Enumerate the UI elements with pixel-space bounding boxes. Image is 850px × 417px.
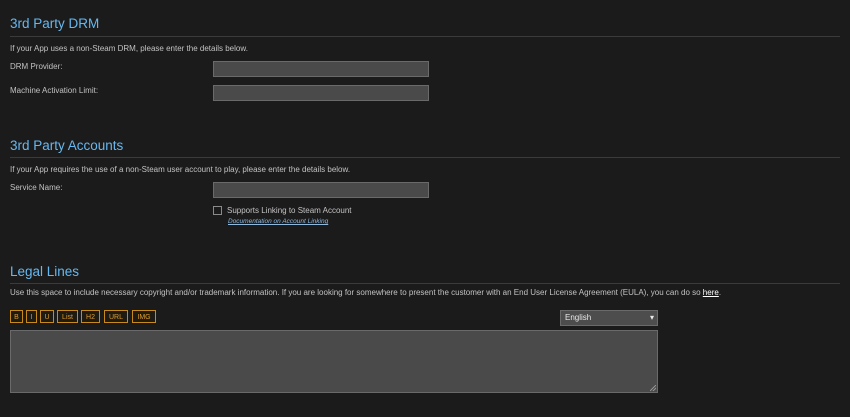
list-button[interactable]: List [57,310,78,323]
activation-limit-input[interactable] [213,85,429,101]
linking-checkbox[interactable] [213,206,222,215]
img-button[interactable]: IMG [132,310,156,323]
legal-lines-textarea[interactable] [10,330,658,393]
accounts-description: If your App requires the use of a non-St… [10,165,351,174]
italic-button[interactable]: I [26,310,37,323]
resize-grip-icon[interactable] [650,385,656,391]
drm-divider [10,36,840,37]
linking-checkbox-label[interactable]: Supports Linking to Steam Account [227,206,352,215]
accounts-divider [10,157,840,158]
legal-description: Use this space to include necessary copy… [10,288,721,297]
eula-here-link[interactable]: here [703,288,719,297]
drm-provider-label: DRM Provider: [10,62,63,71]
legal-description-end: . [718,288,722,297]
language-select-value: English [565,313,592,322]
service-name-label: Service Name: [10,183,63,192]
legal-divider [10,283,840,284]
legal-description-text: Use this space to include necessary copy… [10,288,703,297]
drm-provider-input[interactable] [213,61,429,77]
chevron-down-icon: ▾ [649,313,654,322]
activation-limit-label: Machine Activation Limit: [10,86,99,95]
url-button[interactable]: URL [104,310,128,323]
language-select[interactable]: English ▾ [560,310,658,326]
underline-button[interactable]: U [40,310,54,323]
accounts-section-title: 3rd Party Accounts [10,138,124,153]
legal-section-title: Legal Lines [10,264,80,279]
bold-button[interactable]: B [10,310,23,323]
service-name-input[interactable] [213,182,429,198]
account-linking-doc-link[interactable]: Documentation on Account Linking [228,218,328,225]
h2-button[interactable]: H2 [81,310,100,323]
drm-description: If your App uses a non-Steam DRM, please… [10,44,248,53]
drm-section-title: 3rd Party DRM [10,16,100,31]
